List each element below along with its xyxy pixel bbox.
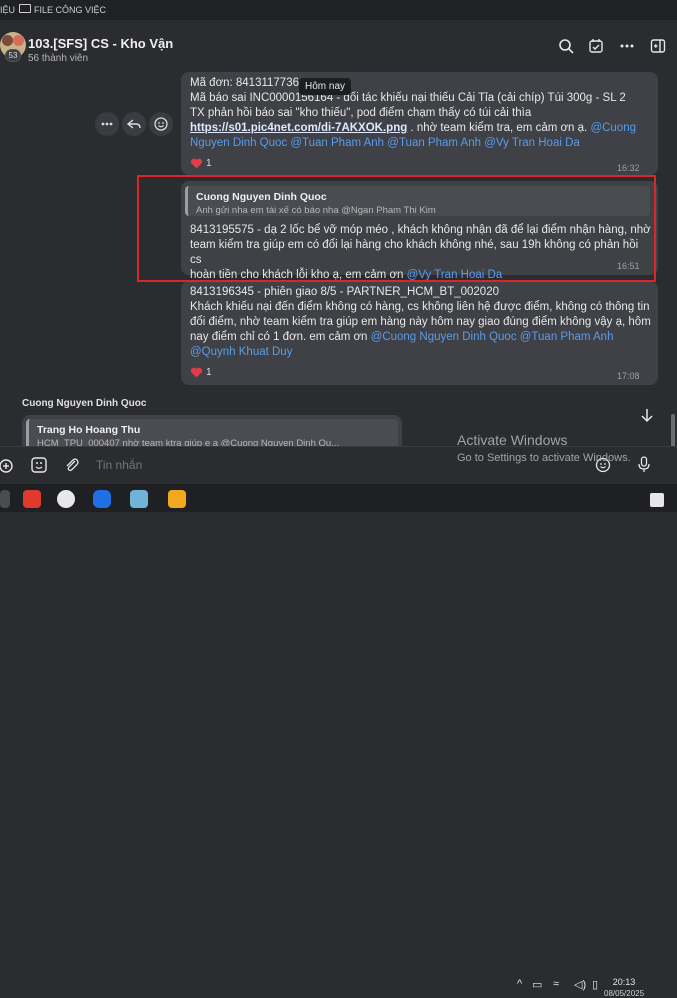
plus-circle-icon[interactable] <box>0 457 18 475</box>
message-line: TX phản hồi báo sai "kho thiếu", pod điể… <box>190 107 532 119</box>
reaction-count: 1 <box>206 367 212 378</box>
message-line: Mã đơn: 8413117736 <box>190 77 299 89</box>
message-line: 8413196345 - phiên giao 8/5 - PARTNER_HC… <box>190 286 499 298</box>
clock-date: 08/05/2025 <box>604 989 645 998</box>
reaction[interactable]: 1 <box>191 365 212 380</box>
message-line: Khách khiếu nại đến điểm không có hàng, … <box>190 301 650 313</box>
wps-icon[interactable] <box>23 490 41 508</box>
sticker-icon[interactable] <box>30 456 48 474</box>
message-bubble[interactable]: Mã đơn: 8413117736 Mã báo sai INC0000156… <box>181 72 658 175</box>
reply-icon <box>126 119 141 129</box>
member-count[interactable]: 56 thành viên <box>28 53 88 64</box>
message-line: Mã báo sai INC0000156164 - đối tác khiếu… <box>190 92 626 104</box>
taskbar-app-icon[interactable] <box>0 490 10 508</box>
activate-windows-watermark: Activate Windows Go to Settings to activ… <box>457 432 631 464</box>
reply-button[interactable] <box>122 112 146 136</box>
message-line: nay điểm chỉ có 1 đơn. em cảm ơn <box>190 331 371 343</box>
top-strip-text: IỆU <box>0 5 16 15</box>
react-button[interactable] <box>149 112 173 136</box>
zalo-icon[interactable] <box>93 490 111 508</box>
arrow-down-icon[interactable] <box>638 406 656 424</box>
more-icon <box>101 122 113 126</box>
attach-icon[interactable] <box>63 456 81 474</box>
more-actions-button[interactable] <box>95 112 119 136</box>
message-link[interactable]: https://s01.pic4net.com/di-7AKXOK.png <box>190 122 407 134</box>
quote-text: HCM_TPU_000407 nhờ team ktra giúp e ạ @C… <box>37 438 340 446</box>
message-text: . nhờ team kiểm tra, em cảm ơn ạ. <box>407 122 588 134</box>
watermark-title: Activate Windows <box>457 432 568 448</box>
app-icon[interactable] <box>130 490 148 508</box>
heart-icon <box>191 368 202 378</box>
chat-header: 53 103.[SFS] CS - Kho Vận 56 thành viên <box>0 20 677 70</box>
smile-icon <box>154 117 168 131</box>
chrome-icon[interactable] <box>57 490 75 508</box>
folder-label[interactable]: FILE CÔNG VIỆC <box>34 5 106 15</box>
mention[interactable]: @Cuong <box>590 122 636 134</box>
clock-time: 20:13 <box>612 977 636 987</box>
notification-icon[interactable] <box>650 493 664 507</box>
message-time: 16:32 <box>617 163 640 173</box>
battery-icon[interactable]: ▯ <box>592 978 598 991</box>
message-bubble[interactable]: 8413196345 - phiên giao 8/5 - PARTNER_HC… <box>181 281 658 385</box>
mention-line[interactable]: Nguyen Dinh Quoc @Tuan Pham Anh @Tuan Ph… <box>190 136 652 151</box>
more-icon[interactable] <box>619 38 635 54</box>
message-line: đổi điểm, nhờ team kiểm tra giúp em hàng… <box>190 316 651 328</box>
quote-author: Trang Ho Hoang Thu <box>37 424 141 436</box>
clock[interactable]: 20:13 08/05/2025 <box>604 977 644 998</box>
watermark-subtitle: Go to Settings to activate Windows. <box>457 452 631 464</box>
reaction[interactable]: 1 <box>191 156 212 171</box>
side-panel-icon[interactable] <box>650 38 666 54</box>
wifi-icon[interactable]: ≈ <box>553 978 559 990</box>
quoted-message[interactable]: Trang Ho Hoang Thu HCM_TPU_000407 nhờ te… <box>26 419 398 446</box>
folder-icon <box>19 4 31 13</box>
search-icon[interactable] <box>558 38 574 54</box>
network-icon[interactable]: ▭ <box>532 978 542 991</box>
microphone-icon[interactable] <box>635 455 653 473</box>
volume-icon[interactable]: ◁) <box>574 978 586 991</box>
mention[interactable]: @Quynh Khuat Duy <box>190 345 652 360</box>
date-tooltip: Hôm nay <box>299 78 352 95</box>
avatar-count-badge: 53 <box>5 49 21 62</box>
message-bubble[interactable]: Trang Ho Hoang Thu HCM_TPU_000407 nhờ te… <box>22 415 402 446</box>
message-time: 17:08 <box>617 371 640 381</box>
chevron-up-icon[interactable]: ^ <box>517 978 522 990</box>
calendar-check-icon[interactable] <box>588 38 604 54</box>
taskbar: ^ ▭ ≈ ◁) ▯ 20:13 08/05/2025 <box>0 484 677 998</box>
mention[interactable]: @Cuong Nguyen Dinh Quoc @Tuan Pham Anh <box>371 331 614 343</box>
highlight-box <box>137 175 656 282</box>
heart-icon <box>191 159 202 169</box>
scrollbar[interactable] <box>671 414 675 446</box>
top-strip: IỆU FILE CÔNG VIỆC <box>0 0 677 20</box>
reaction-count: 1 <box>206 158 212 169</box>
group-name[interactable]: 103.[SFS] CS - Kho Vận <box>28 36 173 51</box>
sender-name[interactable]: Cuong Nguyen Dinh Quoc <box>22 398 146 409</box>
app-icon[interactable] <box>168 490 186 508</box>
